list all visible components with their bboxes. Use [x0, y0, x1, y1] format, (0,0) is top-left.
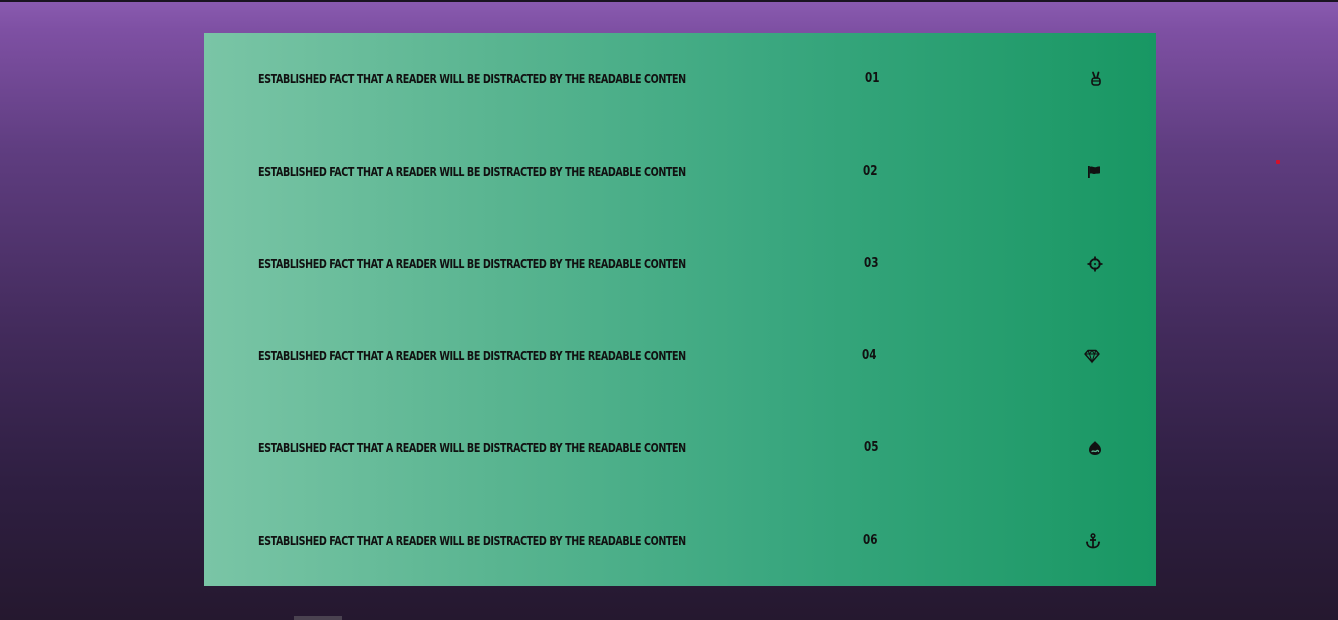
list-item-number: 03	[864, 256, 879, 271]
list-item-number: 01	[865, 71, 880, 86]
list-item-number: 02	[863, 164, 878, 179]
list-item: ESTABLISHED FACT THAT A READER WILL BE D…	[204, 250, 1156, 280]
list-item-text: ESTABLISHED FACT THAT A READER WILL BE D…	[258, 256, 686, 271]
gem-icon	[1083, 347, 1101, 365]
list-item-text: ESTABLISHED FACT THAT A READER WILL BE D…	[258, 348, 686, 363]
list-item: ESTABLISHED FACT THAT A READER WILL BE D…	[204, 527, 1156, 557]
crosshairs-icon	[1086, 255, 1104, 273]
list-item-text: ESTABLISHED FACT THAT A READER WILL BE D…	[258, 533, 686, 548]
bottom-tab	[294, 616, 342, 620]
list-item-text: ESTABLISHED FACT THAT A READER WILL BE D…	[258, 164, 686, 179]
anchor-icon	[1084, 532, 1102, 550]
list-item-text: ESTABLISHED FACT THAT A READER WILL BE D…	[258, 71, 686, 86]
list-item: ESTABLISHED FACT THAT A READER WILL BE D…	[204, 434, 1156, 464]
feature-list-panel: ESTABLISHED FACT THAT A READER WILL BE D…	[204, 33, 1156, 586]
list-item-text: ESTABLISHED FACT THAT A READER WILL BE D…	[258, 440, 686, 455]
top-border	[0, 0, 1338, 2]
list-item: ESTABLISHED FACT THAT A READER WILL BE D…	[204, 158, 1156, 188]
peace-hand-icon	[1087, 70, 1105, 88]
cursor-marker	[1276, 160, 1280, 164]
flag-icon	[1085, 163, 1103, 181]
drupal-icon	[1086, 439, 1104, 457]
list-item: ESTABLISHED FACT THAT A READER WILL BE D…	[204, 65, 1156, 95]
list-item-number: 05	[864, 440, 879, 455]
list-item: ESTABLISHED FACT THAT A READER WILL BE D…	[204, 342, 1156, 372]
list-item-number: 06	[863, 533, 878, 548]
list-item-number: 04	[862, 348, 877, 363]
